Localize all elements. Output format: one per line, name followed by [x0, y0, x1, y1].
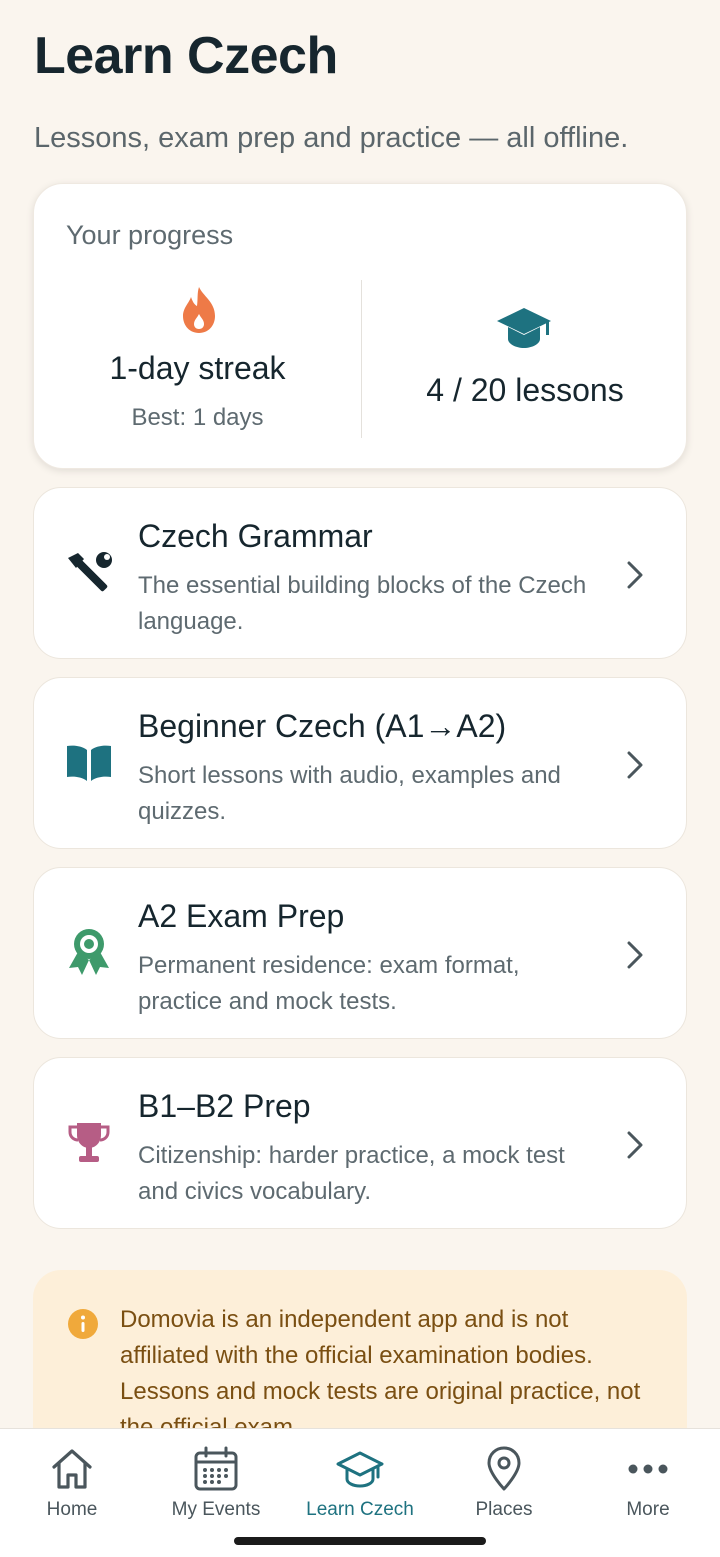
course-card-czech-grammar[interactable]: Czech Grammar The essential building blo… [33, 487, 687, 659]
lessons-value: 4 / 20 lessons [426, 372, 624, 408]
course-description: The essential building blocks of the Cze… [138, 572, 587, 635]
home-icon [52, 1449, 92, 1489]
system-home-indicator[interactable] [234, 1537, 486, 1545]
course-card-a2-exam-prep[interactable]: A2 Exam Prep Permanent residence: exam f… [33, 867, 687, 1039]
learn-czech-screen: Learn Czech Lessons, exam prep and pract… [0, 0, 720, 1557]
nav-label: My Events [171, 1499, 261, 1520]
chevron-right-icon [627, 941, 643, 969]
more-dots-icon [628, 1464, 668, 1474]
nav-label: Home [46, 1499, 98, 1520]
nav-item-more[interactable]: More [576, 1429, 720, 1539]
course-title: Czech Grammar [138, 518, 373, 554]
lessons-stat: 4 / 20 lessons [362, 280, 688, 440]
progress-card: Your progress 1-day streak Best: 1 days … [33, 183, 687, 469]
chevron-right-icon [627, 561, 643, 589]
page-title: Learn Czech [34, 27, 338, 85]
page-subtitle: Lessons, exam prep and practice — all of… [34, 122, 629, 154]
nav-item-my-events[interactable]: My Events [144, 1429, 288, 1539]
course-description: Permanent residence: exam format, practi… [138, 952, 520, 1015]
graduation-cap-icon [497, 308, 551, 348]
streak-stat: 1-day streak Best: 1 days [34, 280, 361, 440]
disclaimer-text: Domovia is an independent app and is not… [120, 1306, 641, 1441]
nav-label: Learn Czech [306, 1499, 414, 1520]
nav-label: Places [475, 1499, 533, 1520]
nav-item-learn-czech[interactable]: Learn Czech [288, 1429, 432, 1539]
course-title: B1–B2 Prep [138, 1088, 311, 1124]
course-title: Beginner Czech (A1→A2) [138, 708, 507, 744]
streak-value: 1-day streak [109, 350, 286, 386]
location-pin-icon [487, 1446, 521, 1491]
course-title: A2 Exam Prep [138, 898, 345, 934]
streak-best: Best: 1 days [131, 404, 264, 431]
book-icon [64, 740, 114, 786]
course-description: Short lessons with audio, examples and q… [138, 762, 561, 825]
tools-icon [64, 550, 114, 596]
nav-label: More [626, 1499, 670, 1520]
chevron-right-icon [627, 751, 643, 779]
trophy-icon [64, 1120, 114, 1166]
graduation-cap-icon [336, 1451, 384, 1488]
calendar-icon [194, 1446, 238, 1491]
chevron-right-icon [627, 1131, 643, 1159]
course-card-b1-b2-prep[interactable]: B1–B2 Prep Citizenship: harder practice,… [33, 1057, 687, 1229]
nav-item-home[interactable]: Home [0, 1429, 144, 1539]
course-card-beginner-czech[interactable]: Beginner Czech (A1→A2) Short lessons wit… [33, 677, 687, 849]
fire-icon [183, 287, 215, 333]
info-icon [68, 1309, 98, 1339]
nav-item-places[interactable]: Places [432, 1429, 576, 1539]
award-icon [64, 929, 114, 976]
course-description: Citizenship: harder practice, a mock tes… [138, 1142, 565, 1205]
progress-heading: Your progress [66, 220, 234, 250]
